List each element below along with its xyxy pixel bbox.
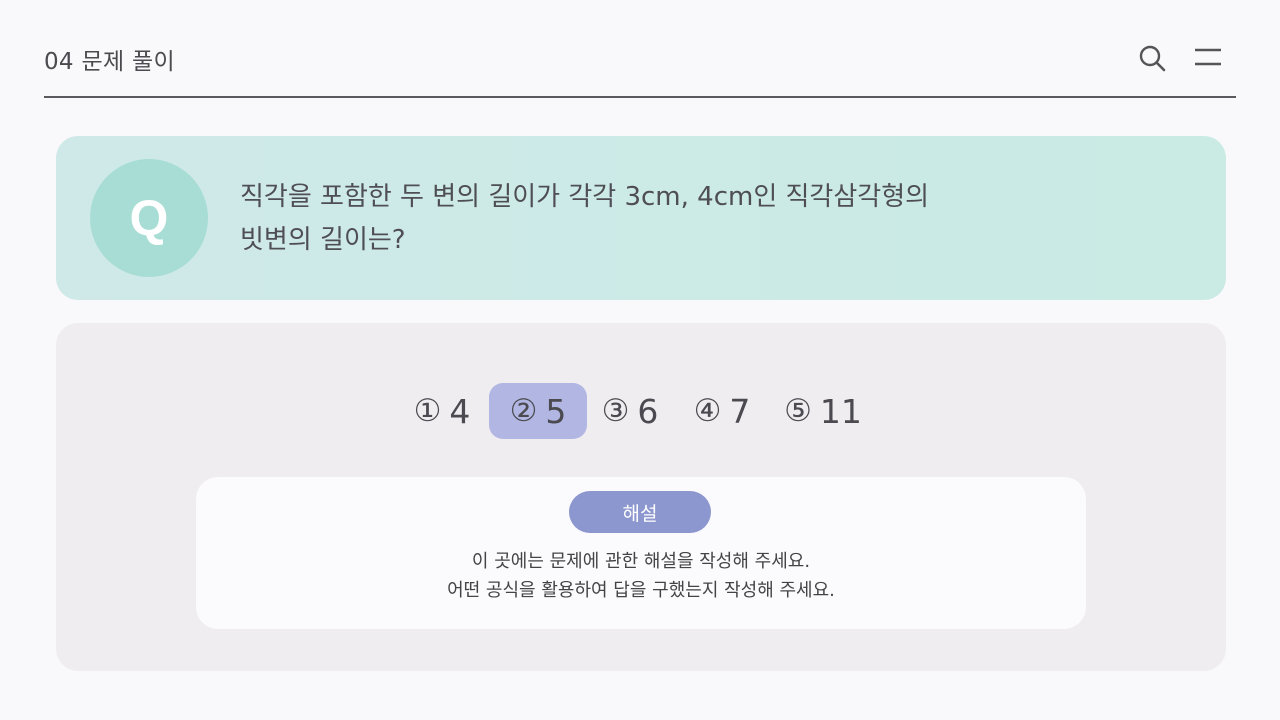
question-text: 직각을 포함한 두 변의 길이가 각각 3cm, 4cm인 직각삼각형의 빗변의… <box>240 176 1000 262</box>
search-icon[interactable] <box>1138 44 1166 72</box>
header: 04 문제 풀이 <box>44 0 1236 98</box>
choice-list: ① 4 ② 5 ③ 6 ④ 7 ⑤ 11 <box>56 383 1226 441</box>
choice-3-value: 6 <box>637 391 659 431</box>
page-title: 04 문제 풀이 <box>44 49 175 75</box>
choice-4[interactable]: ④ 7 <box>686 383 758 439</box>
answer-panel: ① 4 ② 5 ③ 6 ④ 7 ⑤ 11 해설 이 곳에는 문제에 관한 해설을… <box>56 323 1226 671</box>
choice-5-value: 11 <box>819 391 862 431</box>
choice-5[interactable]: ⑤ 11 <box>778 383 868 439</box>
choice-3-marker: ③ <box>601 393 630 429</box>
choice-4-marker: ④ <box>693 393 722 429</box>
question-line-1: 직각을 포함한 두 변의 길이가 각각 3cm, 4cm인 직각삼각형의 <box>240 182 930 212</box>
choice-4-value: 7 <box>729 391 751 431</box>
choice-2-value: 5 <box>545 391 567 431</box>
explanation-box: 해설 이 곳에는 문제에 관한 해설을 작성해 주세요. 어떤 공식을 활용하여… <box>196 477 1086 629</box>
choice-3[interactable]: ③ 6 <box>594 383 666 439</box>
choice-2[interactable]: ② 5 <box>489 383 587 439</box>
question-line-2: 빗변의 길이는? <box>240 225 406 255</box>
choice-1[interactable]: ① 4 <box>406 383 478 439</box>
choice-2-marker: ② <box>509 393 538 429</box>
choice-5-marker: ⑤ <box>784 393 812 429</box>
explanation-line-2: 어떤 공식을 활용하여 답을 구했는지 작성해 주세요. <box>447 580 835 601</box>
explanation-line-1: 이 곳에는 문제에 관한 해설을 작성해 주세요. <box>471 551 811 572</box>
choice-1-marker: ① <box>413 393 442 429</box>
question-badge: Q <box>90 159 208 277</box>
question-card: Q 직각을 포함한 두 변의 길이가 각각 3cm, 4cm인 직각삼각형의 빗… <box>56 136 1226 300</box>
choice-1-value: 4 <box>449 391 471 431</box>
explanation-button[interactable]: 해설 <box>569 491 711 533</box>
explanation-text: 이 곳에는 문제에 관한 해설을 작성해 주세요. 어떤 공식을 활용하여 답을… <box>196 547 1086 605</box>
menu-icon[interactable] <box>1194 44 1222 72</box>
